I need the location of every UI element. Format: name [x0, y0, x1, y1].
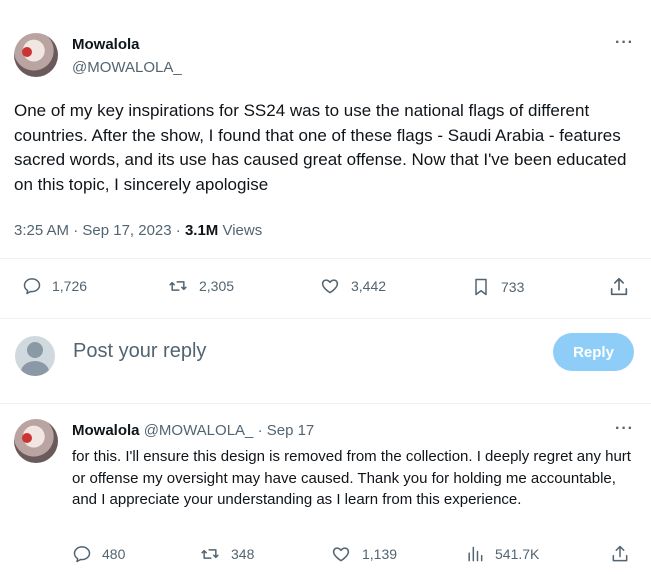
tweet-text: One of my key inspirations for SS24 was … [14, 101, 627, 194]
share-icon [610, 277, 628, 296]
reply-like-action[interactable]: 1,139 [330, 544, 397, 564]
reply-author-name[interactable]: Mowalola [72, 422, 140, 439]
reply-author-avatar[interactable] [14, 419, 58, 463]
avatar-detail [22, 47, 32, 57]
reply-like-count: 1,139 [362, 546, 398, 562]
analytics-icon [468, 546, 483, 562]
heart-icon [321, 279, 339, 294]
retweet-icon [169, 281, 187, 291]
share-icon [612, 545, 628, 562]
retweet-count: 2,305 [199, 278, 235, 294]
divider [0, 403, 651, 404]
bookmark-count: 733 [501, 279, 525, 295]
heart-icon [332, 547, 350, 562]
retweet-icon [201, 549, 219, 559]
views-label: Views [218, 222, 263, 239]
share-action[interactable] [608, 276, 630, 298]
reply-button[interactable]: Reply [553, 333, 634, 371]
reply-text: for this. I'll ensure this design is rem… [72, 448, 631, 508]
reply-retweet-action[interactable]: 348 [199, 544, 254, 564]
reply-reply-action[interactable]: 480 [72, 544, 125, 564]
user-avatar [15, 336, 55, 376]
reply-reply-count: 480 [102, 546, 126, 562]
reply-author-handle[interactable]: @MOWALOLA_ [144, 422, 254, 439]
divider [0, 318, 651, 319]
reply-count: 1,726 [52, 278, 88, 294]
avatar-detail [22, 433, 32, 443]
reply-share-action[interactable] [610, 544, 630, 564]
author-name[interactable]: Mowalola [72, 36, 140, 53]
reply-more-icon[interactable]: ··· [615, 420, 634, 438]
like-count: 3,442 [351, 278, 387, 294]
reply-retweet-count: 348 [231, 546, 255, 562]
bookmark-icon [475, 278, 487, 296]
views-count: 3.1M [184, 222, 219, 239]
reply-icon [23, 278, 41, 295]
reply-action[interactable]: 1,726 [22, 276, 87, 296]
reply-views-action[interactable]: 541.7K [465, 544, 539, 564]
author-avatar[interactable] [14, 33, 58, 77]
tweet-meta: 3:25 AM · Sep 17, 2023 · 3.1M Views [14, 222, 262, 239]
reply-header: Mowalola @MOWALOLA_ · Sep 17 [72, 422, 314, 439]
reply-views-count: 541.7K [495, 546, 540, 562]
divider [0, 258, 651, 259]
author-handle[interactable]: @MOWALOLA_ [72, 59, 182, 76]
retweet-action[interactable]: 2,305 [167, 276, 234, 296]
bookmark-action[interactable]: 733 [471, 276, 524, 298]
tweet-time[interactable]: 3:25 AM · Sep 17, 2023 · [14, 222, 185, 239]
reply-input[interactable]: Post your reply [73, 340, 206, 363]
more-icon[interactable]: ··· [615, 34, 634, 52]
like-action[interactable]: 3,442 [319, 276, 386, 296]
reply-icon [73, 546, 91, 563]
reply-date[interactable]: · Sep 17 [258, 422, 315, 439]
